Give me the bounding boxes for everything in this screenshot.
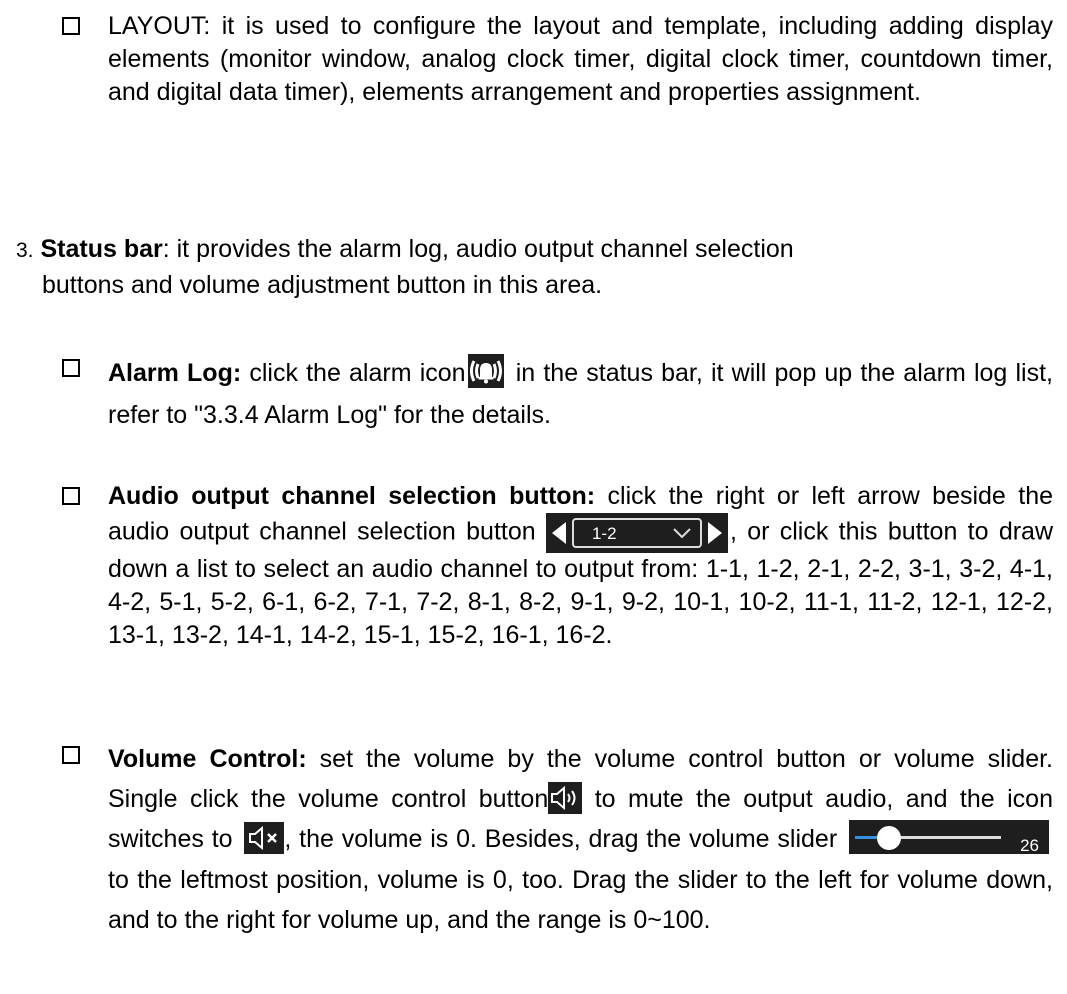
status-bar-text-line2: buttons and volume adjustment button in … bbox=[42, 271, 603, 299]
volume-slider-knob[interactable] bbox=[876, 826, 901, 851]
channel-select-dropdown[interactable]: 1-2 bbox=[571, 518, 702, 548]
layout-bullet-text: LAYOUT: it is used to configure the layo… bbox=[108, 12, 1053, 106]
volume-control-text-3: , the volume is 0. Besides, drag the vol… bbox=[284, 825, 845, 853]
mute-speaker-icon bbox=[244, 822, 285, 855]
status-bar-title: Status bar bbox=[40, 235, 163, 263]
status-bar-paragraph: 3. Status bar: it provides the alarm log… bbox=[16, 232, 1053, 303]
volume-slider[interactable]: 26 bbox=[848, 820, 1049, 855]
volume-control-title: Volume Control: bbox=[108, 745, 307, 773]
status-bar-text-line1: : it provides the alarm log, audio outpu… bbox=[162, 235, 794, 263]
alarm-bell-icon[interactable] bbox=[467, 354, 504, 389]
audio-channel-title: Audio output channel selection button: bbox=[108, 482, 596, 510]
checkbox-bullet-icon bbox=[62, 746, 80, 764]
volume-control-bullet: Volume Control: set the volume by the vo… bbox=[62, 739, 1053, 940]
chevron-down-icon bbox=[673, 528, 691, 539]
audio-channel-text: Audio output channel selection button: c… bbox=[108, 480, 1053, 652]
volume-slider-track bbox=[888, 836, 1001, 840]
audio-channel-bullet: Audio output channel selection button: c… bbox=[62, 480, 1053, 652]
volume-slider-value: 26 bbox=[1020, 836, 1039, 856]
checkbox-bullet-icon bbox=[62, 17, 80, 35]
checkbox-bullet-icon bbox=[62, 359, 80, 377]
channel-right-arrow-icon[interactable] bbox=[707, 522, 722, 544]
volume-control-text: Volume Control: set the volume by the vo… bbox=[108, 739, 1053, 940]
alarm-log-text-before-icon: click the alarm icon bbox=[241, 359, 466, 387]
alarm-log-title: Alarm Log: bbox=[108, 359, 242, 387]
channel-left-arrow-icon[interactable] bbox=[551, 522, 566, 544]
alarm-log-bullet: Alarm Log: click the alarm icon in the s… bbox=[62, 352, 1053, 436]
volume-control-text-4: to the leftmost position, volume is 0, t… bbox=[108, 866, 1053, 935]
alarm-log-text: Alarm Log: click the alarm icon in the s… bbox=[108, 352, 1053, 436]
volume-speaker-icon[interactable] bbox=[548, 782, 583, 815]
manual-page: LAYOUT: it is used to configure the layo… bbox=[0, 0, 1067, 994]
checkbox-bullet-icon bbox=[62, 487, 80, 505]
channel-select-value: 1-2 bbox=[591, 523, 617, 543]
layout-bullet: LAYOUT: it is used to configure the layo… bbox=[62, 10, 1053, 109]
list-number: 3. bbox=[16, 239, 34, 262]
audio-channel-control: 1-2 bbox=[545, 513, 728, 553]
